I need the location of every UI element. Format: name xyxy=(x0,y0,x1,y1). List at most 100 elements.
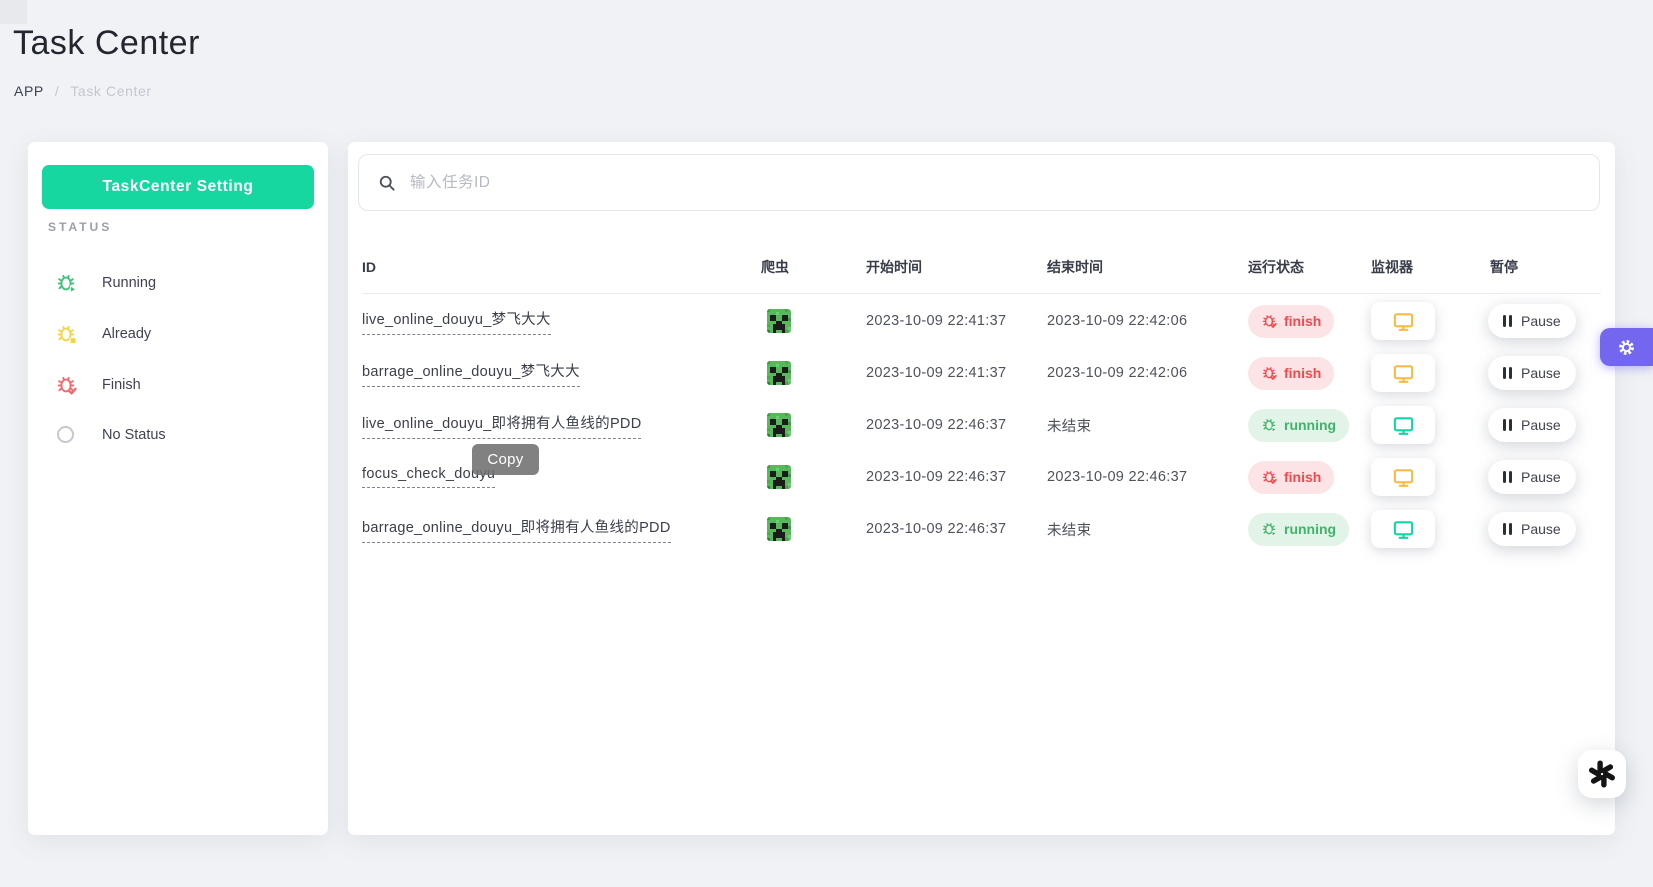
creeper-icon xyxy=(767,465,791,489)
bug-already-icon xyxy=(55,323,77,345)
settings-fab-button[interactable] xyxy=(1600,328,1653,366)
monitor-button[interactable] xyxy=(1371,354,1435,392)
status-badge: finish xyxy=(1248,305,1334,338)
search-input[interactable] xyxy=(410,174,1581,192)
task-id-link[interactable]: barrage_online_douyu_梦飞大大 xyxy=(362,360,580,387)
gear-icon xyxy=(1617,338,1636,357)
monitor-icon xyxy=(1392,414,1415,437)
task-search-box xyxy=(358,154,1600,211)
end-time: 未结束 xyxy=(1047,415,1248,436)
pause-icon xyxy=(1503,471,1512,483)
status-section-heading: STATUS xyxy=(48,220,112,234)
table-row: barrage_online_douyu_即将拥有人鱼线的PDD 2023-10… xyxy=(362,503,1601,555)
search-icon xyxy=(377,173,397,193)
openai-logo-icon xyxy=(1587,759,1617,789)
sidebar-item-label: Running xyxy=(102,275,156,291)
monitor-icon xyxy=(1392,466,1415,489)
bug-running-icon xyxy=(1261,417,1277,433)
column-header-start: 开始时间 xyxy=(866,257,1047,277)
pause-label: Pause xyxy=(1521,417,1561,433)
monitor-button[interactable] xyxy=(1371,510,1435,548)
status-filter-panel: TaskCenter Setting STATUS Running Alread… xyxy=(28,142,328,835)
monitor-button[interactable] xyxy=(1371,302,1435,340)
column-header-spider: 爬虫 xyxy=(761,257,866,277)
task-id-link[interactable]: barrage_online_douyu_即将拥有人鱼线的PDD xyxy=(362,516,671,543)
task-id-link[interactable]: live_online_douyu_梦飞大大 xyxy=(362,308,551,335)
bug-finish-icon xyxy=(1261,313,1277,329)
pause-label: Pause xyxy=(1521,469,1561,485)
creeper-icon xyxy=(767,309,791,333)
bug-finish-icon xyxy=(55,374,77,396)
bug-finish-icon xyxy=(1261,469,1277,485)
monitor-icon xyxy=(1392,362,1415,385)
pause-label: Pause xyxy=(1521,313,1561,329)
start-time: 2023-10-09 22:41:37 xyxy=(866,313,1047,329)
start-time: 2023-10-09 22:46:37 xyxy=(866,521,1047,537)
bug-running-icon xyxy=(1261,521,1277,537)
pause-icon xyxy=(1503,367,1512,379)
status-label: finish xyxy=(1284,469,1321,485)
table-row: live_online_douyu_梦飞大大 2023-10-09 22:41:… xyxy=(362,295,1601,347)
status-label: running xyxy=(1284,417,1336,433)
creeper-icon xyxy=(767,413,791,437)
start-time: 2023-10-09 22:46:37 xyxy=(866,417,1047,433)
page-title: Task Center xyxy=(13,24,200,63)
column-header-end: 结束时间 xyxy=(1047,257,1248,277)
table-header-row: ID 爬虫 开始时间 结束时间 运行状态 监视器 暂停 xyxy=(362,241,1601,293)
status-badge: running xyxy=(1248,513,1349,546)
sidebar-item-already[interactable]: Already xyxy=(28,308,328,359)
creeper-icon xyxy=(767,361,791,385)
status-badge: running xyxy=(1248,409,1349,442)
breadcrumb-current: Task Center xyxy=(70,83,151,99)
sidebar-item-label: Already xyxy=(102,326,151,342)
monitor-icon xyxy=(1392,518,1415,541)
sidebar-item-label: Finish xyxy=(102,377,141,393)
column-header-id: ID xyxy=(362,259,761,275)
monitor-button[interactable] xyxy=(1371,406,1435,444)
column-header-status: 运行状态 xyxy=(1248,257,1371,277)
end-time: 2023-10-09 22:46:37 xyxy=(1047,469,1248,485)
pause-icon xyxy=(1503,419,1512,431)
pause-button[interactable]: Pause xyxy=(1488,512,1576,546)
column-header-pause: 暂停 xyxy=(1490,257,1601,277)
taskcenter-setting-button[interactable]: TaskCenter Setting xyxy=(42,165,314,209)
creeper-icon xyxy=(767,517,791,541)
sidebar-item-running[interactable]: Running xyxy=(28,257,328,308)
status-label: finish xyxy=(1284,313,1321,329)
circle-icon xyxy=(55,424,77,446)
table-row: barrage_online_douyu_梦飞大大 2023-10-09 22:… xyxy=(362,347,1601,399)
sidebar-item-no-status[interactable]: No Status xyxy=(28,409,328,460)
table-row: live_online_douyu_即将拥有人鱼线的PDD 2023-10-09… xyxy=(362,399,1601,451)
pause-button[interactable]: Pause xyxy=(1488,408,1576,442)
pause-icon xyxy=(1503,315,1512,327)
table-row: focus_check_douyu 2023-10-09 22:46:37 20… xyxy=(362,451,1601,503)
pause-label: Pause xyxy=(1521,521,1561,537)
task-id-link[interactable]: live_online_douyu_即将拥有人鱼线的PDD xyxy=(362,412,641,439)
sidebar-item-finish[interactable]: Finish xyxy=(28,359,328,410)
end-time: 未结束 xyxy=(1047,519,1248,540)
bug-running-icon xyxy=(55,272,77,294)
end-time: 2023-10-09 22:42:06 xyxy=(1047,313,1248,329)
assistant-fab-button[interactable] xyxy=(1578,750,1626,798)
monitor-button[interactable] xyxy=(1371,458,1435,496)
end-time: 2023-10-09 22:42:06 xyxy=(1047,365,1248,381)
sidebar-item-label: No Status xyxy=(102,427,166,443)
start-time: 2023-10-09 22:41:37 xyxy=(866,365,1047,381)
column-header-monitor: 监视器 xyxy=(1371,257,1490,277)
pause-button[interactable]: Pause xyxy=(1488,304,1576,338)
window-corner-artifact xyxy=(0,0,27,24)
status-badge: finish xyxy=(1248,461,1334,494)
pause-button[interactable]: Pause xyxy=(1488,356,1576,390)
breadcrumb: APP / Task Center xyxy=(14,83,152,99)
status-badge: finish xyxy=(1248,357,1334,390)
breadcrumb-separator: / xyxy=(55,83,60,99)
copy-tooltip[interactable]: Copy xyxy=(472,444,539,475)
pause-button[interactable]: Pause xyxy=(1488,460,1576,494)
status-label: running xyxy=(1284,521,1336,537)
start-time: 2023-10-09 22:46:37 xyxy=(866,469,1047,485)
status-label: finish xyxy=(1284,365,1321,381)
pause-icon xyxy=(1503,523,1512,535)
task-table-panel: ID 爬虫 开始时间 结束时间 运行状态 监视器 暂停 live_online_… xyxy=(348,142,1615,835)
bug-finish-icon xyxy=(1261,365,1277,381)
breadcrumb-root[interactable]: APP xyxy=(14,83,44,99)
